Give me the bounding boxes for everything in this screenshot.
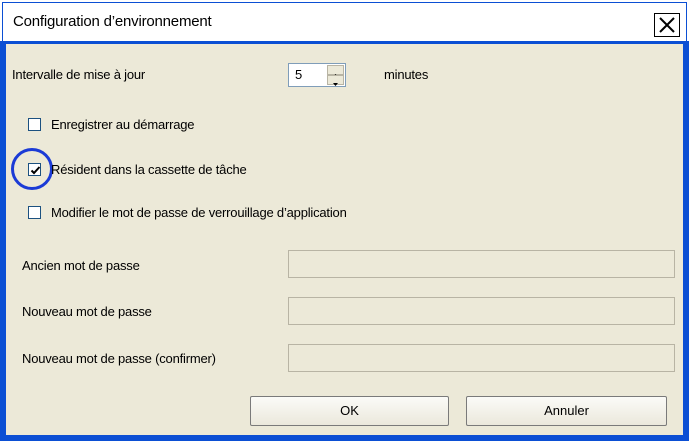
task-tray-label[interactable]: Résident dans la cassette de tâche [51,162,247,177]
ok-button[interactable]: OK [250,396,449,426]
cancel-button[interactable]: Annuler [466,396,667,426]
new-password-field[interactable] [288,297,675,325]
title-bar: Configuration d’environnement [0,0,689,44]
update-interval-spinbox[interactable]: 5 [288,63,346,87]
arrow-down-icon [333,83,338,86]
confirm-password-label: Nouveau mot de passe (confirmer) [22,351,216,366]
update-interval-unit: minutes [384,67,429,82]
old-password-label: Ancien mot de passe [22,258,140,273]
change-password-label[interactable]: Modifier le mot de passe de verrouillage… [51,205,347,220]
close-icon [659,17,675,33]
new-password-label: Nouveau mot de passe [22,304,152,319]
start-on-boot-label[interactable]: Enregistrer au démarrage [51,117,195,132]
spin-up-button[interactable] [327,65,344,77]
spin-down-button[interactable] [327,75,344,86]
change-password-checkbox[interactable] [28,206,41,219]
start-on-boot-checkbox[interactable] [28,118,41,131]
update-interval-label: Intervalle de mise à jour [12,67,146,82]
dialog-window: Configuration d’environnement Intervalle… [0,0,689,441]
window-title: Configuration d’environnement [13,13,212,30]
dialog-body: Intervalle de mise à jour 5 minutes Enre… [6,44,683,435]
highlight-circle [11,148,53,190]
update-interval-value[interactable]: 5 [295,67,302,82]
old-password-field[interactable] [288,250,675,278]
confirm-password-field[interactable] [288,344,675,372]
close-button[interactable] [654,13,680,37]
